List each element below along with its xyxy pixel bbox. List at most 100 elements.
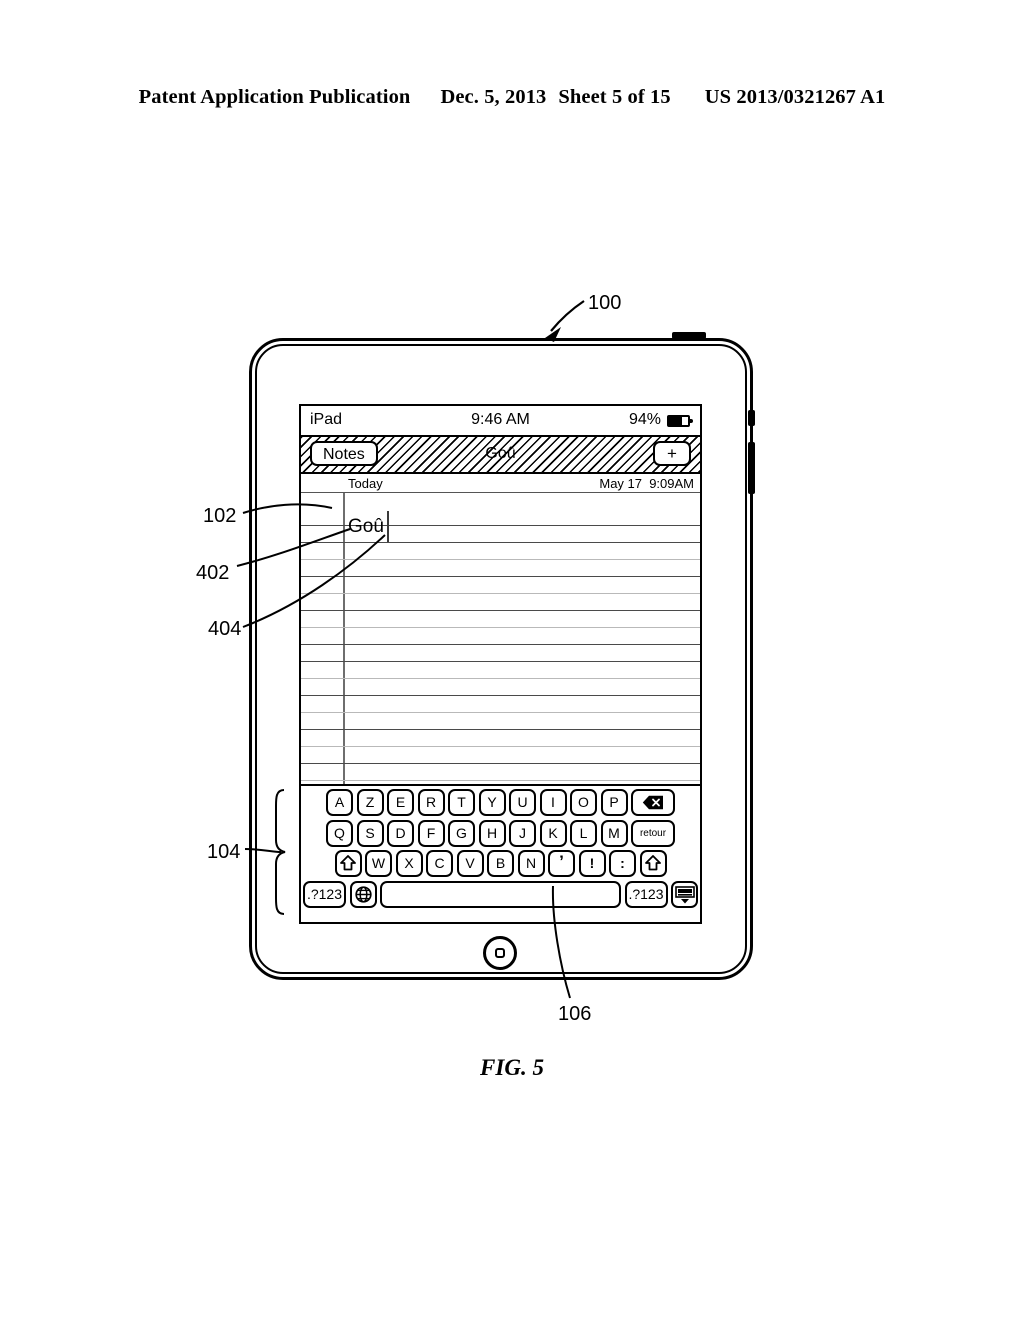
keyboard-row: W X C V B N ’!: (303, 850, 698, 877)
notepad-rule-line (301, 695, 700, 696)
notepad-rule-line (301, 780, 700, 781)
key-backspace[interactable] (631, 789, 675, 816)
key-numbers-left[interactable]: .?123 (303, 880, 346, 908)
key-p[interactable]: P (600, 789, 628, 816)
key-c[interactable]: C (426, 850, 453, 877)
notepad-rule-line (301, 559, 700, 560)
virtual-keyboard[interactable]: A Z E R T Y U I O P Q S D F G H J K L Mretour W X C V B N’!: .?123… (301, 784, 700, 922)
key-j[interactable]: J (509, 819, 536, 847)
key-globe[interactable] (349, 880, 377, 908)
key-k[interactable]: K (539, 819, 567, 847)
key-exclamation-label: ! (589, 855, 595, 871)
notepad-rule-line (301, 763, 700, 764)
notepad-rule-line (301, 661, 700, 662)
patent-header: Patent Application Publication Dec. 5, 20… (0, 86, 1024, 109)
key-p-label: P (609, 794, 619, 810)
key-f[interactable]: F (417, 819, 445, 847)
key-s-label: S (365, 824, 375, 841)
key-f-label: F (426, 824, 436, 841)
key-h[interactable]: H (478, 819, 506, 847)
notepad-rule-line (301, 678, 700, 679)
key-q[interactable]: Q (326, 819, 353, 847)
key-o[interactable]: O (570, 789, 597, 816)
key-o-label: O (578, 794, 589, 810)
key-shift-left[interactable] (334, 850, 362, 877)
key-apostrophe[interactable]: ’ (548, 850, 575, 877)
key-k-label: K (548, 824, 558, 841)
key-x-label: X (404, 855, 414, 871)
key-b[interactable]: B (487, 850, 514, 877)
patent-sheet: Sheet 5 of 15 (558, 86, 671, 108)
reference-numeral-404: 404 (208, 618, 242, 640)
key-v-label: V (465, 855, 475, 871)
key-exclamation[interactable]: ! (578, 850, 606, 877)
key-n-label: N (525, 855, 537, 871)
key-n[interactable]: N (517, 850, 545, 877)
key-d-label: D (395, 824, 406, 841)
note-time: 9:09AM (649, 476, 694, 491)
key-a-label: A (334, 794, 345, 810)
notepad-rule-line (301, 593, 700, 594)
key-b-label: B (495, 855, 506, 871)
text-cursor (387, 511, 389, 542)
key-r[interactable]: R (417, 789, 445, 816)
notepad-rule-line (301, 644, 700, 645)
keyboard-row: .?123 .?123 (303, 880, 698, 908)
reference-numeral-402: 402 (196, 562, 230, 584)
figure-caption: FIG. 5 (480, 1055, 544, 1080)
notepad-rule-line (301, 729, 700, 730)
key-colon-label: : (620, 855, 625, 871)
key-return[interactable]: retour (631, 819, 675, 847)
key-numbers-right-label: .?123 (628, 885, 664, 902)
key-u[interactable]: U (509, 789, 536, 816)
patent-publication-label: Patent Application Publication (138, 86, 411, 108)
key-colon[interactable]: : (609, 850, 636, 877)
notepad-rule-line (301, 610, 700, 611)
reference-numeral-104: 104 (207, 841, 241, 863)
home-button[interactable] (483, 936, 517, 970)
key-g-label: G (456, 824, 467, 841)
note-editing-area[interactable]: Goû (301, 493, 700, 786)
key-numbers-right[interactable]: .?123 (624, 880, 668, 908)
key-m-label: M (608, 824, 620, 841)
key-j-label: J (519, 824, 526, 841)
key-d[interactable]: D (387, 819, 414, 847)
battery-percentage: 94% (628, 411, 661, 428)
key-t-label: T (457, 794, 466, 810)
key-apostrophe-label: ’ (559, 852, 564, 871)
key-z[interactable]: Z (356, 789, 384, 816)
key-shift-right[interactable] (639, 850, 667, 877)
key-y[interactable]: Y (478, 789, 506, 816)
notepad-margin-line (343, 493, 345, 786)
key-numbers-left-label: .?123 (306, 885, 343, 902)
key-q-label: Q (334, 824, 345, 841)
key-dismiss-keyboard[interactable] (671, 880, 698, 908)
key-e-label: E (395, 794, 406, 810)
volume-button[interactable] (748, 442, 755, 494)
reference-numeral-102: 102 (203, 505, 237, 527)
key-l[interactable]: L (570, 819, 597, 847)
patent-date: Dec. 5, 2013 (440, 86, 547, 108)
key-g[interactable]: G (448, 819, 475, 847)
key-e[interactable]: E (387, 789, 414, 816)
leader-100 (550, 300, 585, 332)
add-note-button[interactable]: + (653, 441, 691, 466)
key-i[interactable]: I (539, 789, 567, 816)
power-button[interactable] (672, 332, 706, 339)
key-t[interactable]: T (448, 789, 475, 816)
key-x[interactable]: X (395, 850, 423, 877)
key-return-label: retour (639, 827, 667, 839)
key-s[interactable]: S (356, 819, 384, 847)
key-u-label: U (517, 794, 528, 810)
key-z-label: Z (365, 794, 375, 810)
side-switch-button[interactable] (748, 410, 755, 426)
key-a[interactable]: A (326, 789, 353, 816)
note-date: May 17 (599, 476, 642, 491)
key-v[interactable]: V (456, 850, 484, 877)
battery-icon (667, 415, 693, 427)
backspace-icon (642, 795, 663, 810)
note-meta-row: Today May 17 9:09AM (301, 474, 700, 493)
key-space[interactable] (380, 880, 621, 908)
key-w[interactable]: W (365, 850, 392, 877)
key-m[interactable]: M (600, 819, 628, 847)
